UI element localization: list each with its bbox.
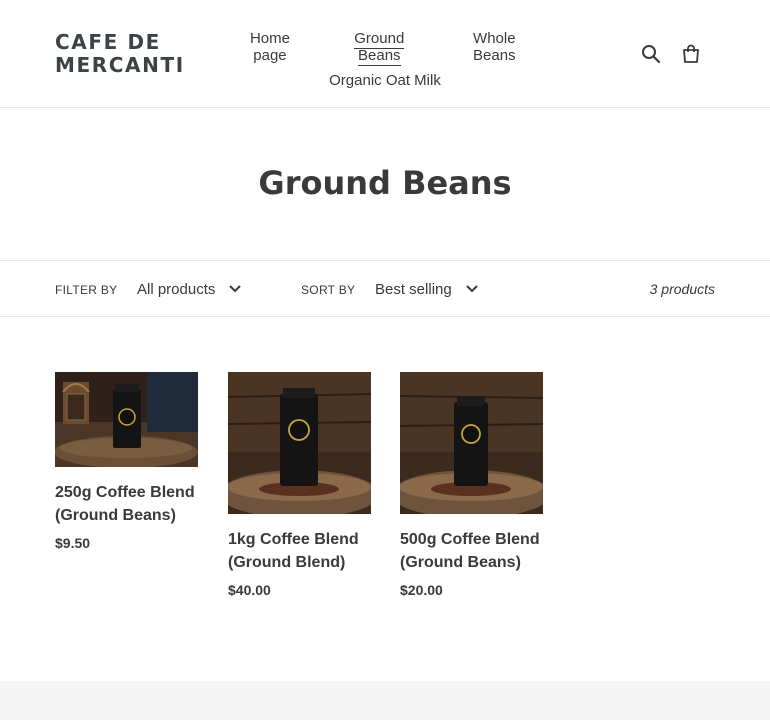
- product-image[interactable]: [55, 372, 198, 467]
- sort-select[interactable]: Best selling: [375, 275, 478, 303]
- search-icon[interactable]: [640, 40, 662, 68]
- product-price: $9.50: [55, 535, 91, 551]
- product-count: 3 products: [649, 281, 715, 297]
- nav-item-whole-beans[interactable]: Whole Beans: [439, 24, 550, 70]
- product-card[interactable]: 500g Coffee Blend (Ground Beans) $20.00: [400, 372, 543, 598]
- collection-filter-bar: Filter by All products Sort by Best sell…: [0, 260, 770, 317]
- filter-select-value: All products: [137, 280, 216, 298]
- site-header: CAFE DE MERCANTI Home page Ground Beans …: [0, 0, 770, 108]
- nav-item-ground-beans[interactable]: Ground Beans: [320, 24, 439, 70]
- sort-select-value: Best selling: [375, 280, 452, 298]
- store-logo[interactable]: CAFE DE MERCANTI: [55, 31, 205, 77]
- product-title[interactable]: 500g Coffee Blend (Ground Beans): [400, 529, 543, 574]
- chevron-down-icon: [466, 285, 478, 293]
- product-card[interactable]: 1kg Coffee Blend (Ground Blend) $40.00: [228, 372, 371, 598]
- page-title: Ground Beans: [258, 164, 512, 202]
- chevron-down-icon: [229, 285, 242, 293]
- sort-label: Sort by: [301, 283, 356, 297]
- product-image[interactable]: [228, 372, 371, 514]
- footer: [0, 681, 770, 720]
- product-title[interactable]: 250g Coffee Blend (Ground Beans): [55, 482, 198, 527]
- product-image[interactable]: [400, 372, 543, 514]
- header-icons: [640, 40, 702, 68]
- main-nav: Home page Ground Beans Whole Beans Organ…: [220, 24, 550, 95]
- product-price: $40.00: [228, 582, 271, 598]
- product-title[interactable]: 1kg Coffee Blend (Ground Blend): [228, 529, 371, 574]
- product-price: $20.00: [400, 582, 443, 598]
- filter-label: Filter by: [55, 283, 118, 297]
- cart-icon[interactable]: [680, 40, 702, 68]
- filter-select[interactable]: All products: [137, 275, 242, 303]
- nav-item-organic-oat-milk[interactable]: Organic Oat Milk: [317, 66, 453, 95]
- product-card[interactable]: 250g Coffee Blend (Ground Beans) $9.50: [55, 372, 198, 551]
- nav-item-home[interactable]: Home page: [220, 24, 320, 70]
